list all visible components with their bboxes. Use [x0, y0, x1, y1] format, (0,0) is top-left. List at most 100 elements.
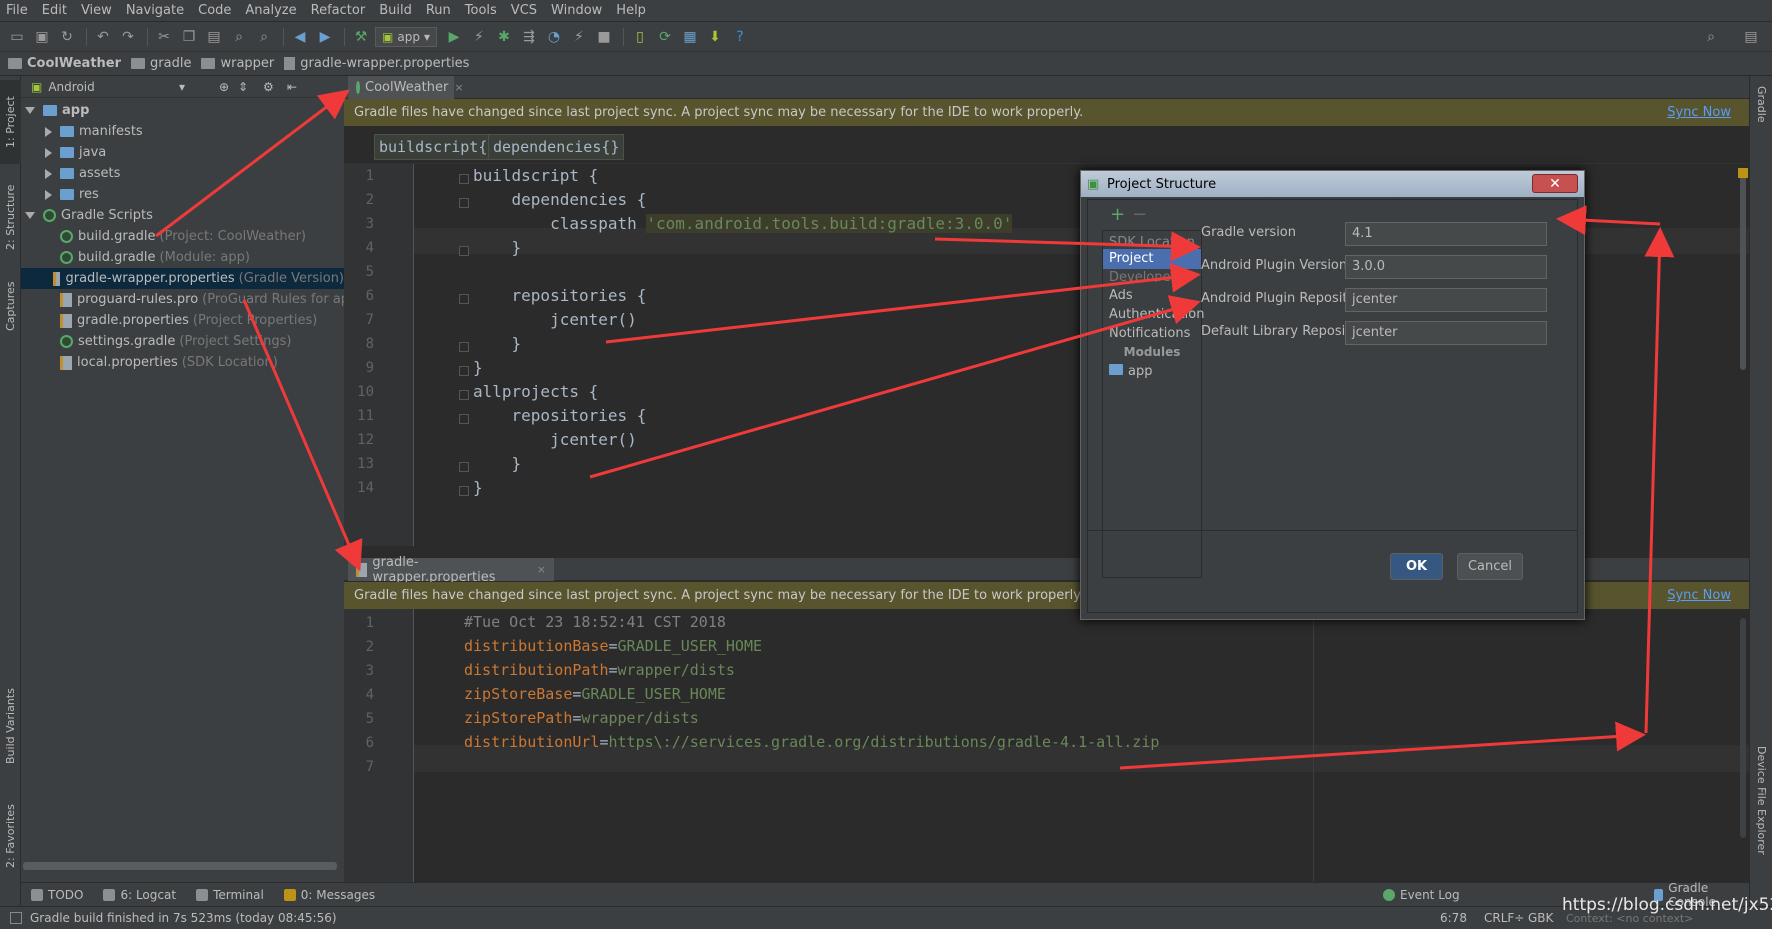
replace-icon[interactable]: ⌕ [253, 26, 275, 48]
menu-run[interactable]: Run [426, 3, 451, 18]
tool-tab-build-variants[interactable]: Build Variants [0, 676, 21, 776]
rerun-icon[interactable]: ⚡ [568, 26, 590, 48]
forward-icon[interactable]: ▶ [314, 26, 336, 48]
breadcrumb-file[interactable]: gradle-wrapper.properties [284, 56, 469, 71]
tool-tab-captures[interactable]: Captures [0, 266, 21, 346]
code-line[interactable]: } [473, 238, 522, 257]
chevron-down-icon[interactable] [25, 212, 35, 219]
field-input[interactable]: jcenter [1345, 321, 1547, 345]
tree-item[interactable]: local.properties (SDK Location) [21, 352, 278, 373]
close-button[interactable]: ✕ [1532, 174, 1578, 193]
copy-icon[interactable]: ❐ [178, 26, 200, 48]
nav-ads[interactable]: Ads [1109, 288, 1133, 303]
code-line[interactable]: } [473, 478, 483, 497]
code-line[interactable]: jcenter() [473, 310, 637, 329]
tool-tab-device-file-explorer[interactable]: Device File Explorer [1752, 746, 1771, 896]
tab-coolweather[interactable]: CoolWeather × [348, 76, 464, 99]
tree-item[interactable]: assets [21, 163, 120, 184]
menu-file[interactable]: File [6, 3, 28, 18]
crumb-buildscript[interactable]: buildscript{} [374, 134, 502, 160]
nav-project[interactable]: Project [1103, 249, 1201, 269]
code-line[interactable]: distributionPath=wrapper/dists [464, 661, 735, 679]
code-line[interactable]: dependencies { [473, 190, 647, 209]
code-line[interactable]: repositories { [473, 406, 647, 425]
fold-marker-icon[interactable] [459, 342, 469, 352]
status-icon[interactable] [10, 912, 22, 924]
fold-marker-icon[interactable] [459, 390, 469, 400]
code-line[interactable]: allprojects { [473, 382, 598, 401]
nav-notifications[interactable]: Notifications [1109, 326, 1190, 341]
menu-build[interactable]: Build [379, 3, 412, 18]
open-icon[interactable]: ▭ [6, 26, 28, 48]
fold-marker-icon[interactable] [459, 198, 469, 208]
profile-icon[interactable]: ◔ [543, 26, 565, 48]
ok-button[interactable]: OK [1390, 553, 1443, 580]
tree-item[interactable]: manifests [21, 121, 143, 142]
menu-edit[interactable]: Edit [42, 3, 67, 18]
tree-item[interactable]: gradle.properties (Project Properties) [21, 310, 317, 331]
chevron-right-icon[interactable] [45, 168, 52, 179]
fold-marker-icon[interactable] [459, 174, 469, 184]
menu-code[interactable]: Code [198, 3, 231, 18]
tool-tab-gradle[interactable]: Gradle [1752, 86, 1771, 146]
sync-icon[interactable]: ↻ [56, 26, 78, 48]
code-line[interactable]: classpath 'com.android.tools.build:gradl… [473, 214, 1013, 233]
undo-icon[interactable]: ↶ [92, 26, 114, 48]
breadcrumb-wrapper[interactable]: wrapper [201, 56, 274, 71]
chevron-right-icon[interactable] [45, 147, 52, 158]
tool-tab-terminal[interactable]: Terminal [196, 888, 264, 902]
target-icon[interactable]: ⊕ [219, 80, 229, 94]
fold-marker-icon[interactable] [459, 246, 469, 256]
code-line[interactable]: distributionBase=GRADLE_USER_HOME [464, 637, 762, 655]
nav-developer-services[interactable]: Developer Services [1109, 270, 1201, 282]
debug-icon[interactable]: ✱ [493, 26, 515, 48]
tool-tab-messages[interactable]: 0: Messages [283, 888, 375, 902]
menu-navigate[interactable]: Navigate [126, 3, 184, 18]
chevron-right-icon[interactable] [45, 126, 52, 137]
project-scrollbar[interactable] [23, 862, 337, 870]
fold-marker-icon[interactable] [459, 366, 469, 376]
code-line[interactable]: } [473, 358, 483, 377]
menu-tools[interactable]: Tools [465, 3, 497, 18]
file-encoding[interactable]: GBK [1528, 911, 1553, 925]
chevron-down-icon[interactable]: ▾ [179, 80, 185, 94]
nav-sdk-location[interactable]: SDK Location [1109, 235, 1195, 245]
tool-tab-structure[interactable]: 2: Structure [0, 172, 21, 262]
project-structure-icon[interactable]: ▦ [679, 26, 701, 48]
find-icon[interactable]: ⌕ [228, 26, 250, 48]
back-icon[interactable]: ◀ [289, 26, 311, 48]
tool-tab-logcat[interactable]: 6: Logcat [103, 888, 176, 902]
tab-gradle-wrapper[interactable]: gradle-wrapper.properties × [348, 555, 554, 585]
editor-scrollbar-bottom[interactable] [1740, 618, 1746, 838]
tree-item[interactable]: build.gradle (Project: CoolWeather) [21, 226, 306, 247]
fold-marker-icon[interactable] [459, 294, 469, 304]
project-view-select[interactable]: Android [48, 80, 94, 94]
code-line[interactable]: repositories { [473, 286, 647, 305]
nav-authentication[interactable]: Authentication [1109, 307, 1204, 322]
code-line[interactable]: jcenter() [473, 430, 637, 449]
run-icon[interactable]: ▶ [443, 26, 465, 48]
collapse-icon[interactable]: ⇕ [238, 80, 248, 94]
menu-refactor[interactable]: Refactor [311, 3, 366, 18]
attach-debugger-icon[interactable]: ⇶ [518, 26, 540, 48]
sync-now-link[interactable]: Sync Now [1667, 105, 1731, 120]
chevron-down-icon[interactable] [25, 107, 35, 114]
nav-module-app[interactable]: app [1109, 364, 1152, 379]
close-icon[interactable]: × [454, 81, 463, 94]
save-icon[interactable]: ▣ [31, 26, 53, 48]
tool-tab-project[interactable]: 1: Project [0, 80, 21, 164]
run-config-select[interactable]: ▣ app ▾ [375, 26, 437, 47]
fold-marker-icon[interactable] [459, 486, 469, 496]
crumb-dependencies[interactable]: dependencies{} [488, 134, 625, 160]
avd-manager-icon[interactable]: ▯ [629, 26, 651, 48]
sdk-manager-icon[interactable]: ⬇ [704, 26, 726, 48]
event-icon[interactable]: ▤ [1740, 26, 1762, 48]
line-separator[interactable]: CRLF÷ [1484, 911, 1524, 925]
code-line[interactable]: buildscript { [473, 166, 598, 185]
menu-help[interactable]: Help [616, 3, 646, 18]
chevron-right-icon[interactable] [45, 189, 52, 200]
menu-analyze[interactable]: Analyze [245, 3, 296, 18]
sync-gradle-icon[interactable]: ⟳ [654, 26, 676, 48]
tree-item[interactable]: java [21, 142, 106, 163]
cancel-button[interactable]: Cancel [1457, 553, 1523, 580]
